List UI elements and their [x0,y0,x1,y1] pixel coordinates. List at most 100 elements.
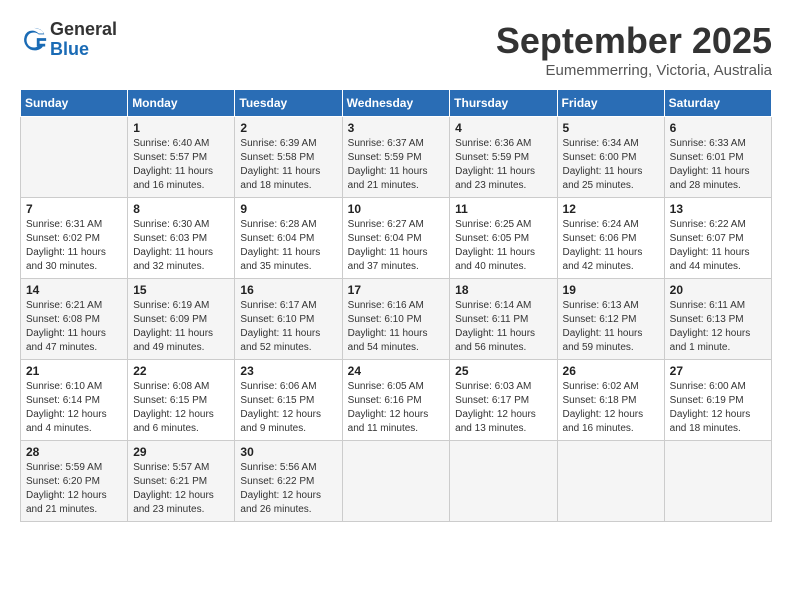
day-cell: 8 Sunrise: 6:30 AMSunset: 6:03 PMDaylight… [128,198,235,279]
page-header: General Blue September 2025 Eumemmerring… [20,20,772,79]
day-info: Sunrise: 6:37 AMSunset: 5:59 PMDaylight:… [348,137,445,193]
day-cell: 28Sunrise: 5:59 AMSunset: 6:20 PMDayligh… [21,441,128,522]
day-number: 25 [455,364,551,378]
weekday-header-thursday: Thursday [450,90,557,117]
day-info: Sunrise: 5:57 AMSunset: 6:21 PMDaylight:… [133,461,229,517]
day-info: Sunrise: 6:36 AMSunset: 5:59 PMDaylight:… [455,137,551,193]
day-cell: 25 Sunrise: 6:03 AMSunset: 6:17 PMDayligh… [450,360,557,441]
logo-blue-text: Blue [50,40,117,60]
day-cell [557,441,664,522]
logo: General Blue [20,20,117,60]
week-row-3: 14 Sunrise: 6:21 AMSunset: 6:08 PMDayligh… [21,279,772,360]
month-title: September 2025 [496,20,772,62]
day-number: 28 [26,445,122,459]
week-row-5: 28Sunrise: 5:59 AMSunset: 6:20 PMDayligh… [21,441,772,522]
weekday-header-friday: Friday [557,90,664,117]
day-info: Sunrise: 6:31 AMSunset: 6:02 PMDaylight:… [26,218,122,274]
day-number: 4 [455,121,551,135]
day-info: Sunrise: 6:10 AMSunset: 6:14 PMDaylight:… [26,380,122,436]
day-info: Sunrise: 6:28 AMSunset: 6:04 PMDaylight:… [240,218,336,274]
week-row-2: 7 Sunrise: 6:31 AMSunset: 6:02 PMDaylight… [21,198,772,279]
day-info: Sunrise: 6:16 AMSunset: 6:10 PMDaylight:… [348,299,445,355]
day-number: 21 [26,364,122,378]
weekday-header-wednesday: Wednesday [342,90,450,117]
day-cell: 1 Sunrise: 6:40 AMSunset: 5:57 PMDaylight… [128,117,235,198]
day-cell: 10 Sunrise: 6:27 AMSunset: 6:04 PMDayligh… [342,198,450,279]
day-cell: 16 Sunrise: 6:17 AMSunset: 6:10 PMDayligh… [235,279,342,360]
day-number: 10 [348,202,445,216]
day-cell: 5 Sunrise: 6:34 AMSunset: 6:00 PMDaylight… [557,117,664,198]
day-number: 20 [670,283,766,297]
day-info: Sunrise: 6:13 AMSunset: 6:12 PMDaylight:… [563,299,659,355]
day-number: 2 [240,121,336,135]
day-cell: 15 Sunrise: 6:19 AMSunset: 6:09 PMDayligh… [128,279,235,360]
day-info: Sunrise: 6:34 AMSunset: 6:00 PMDaylight:… [563,137,659,193]
day-cell: 12 Sunrise: 6:24 AMSunset: 6:06 PMDayligh… [557,198,664,279]
day-cell: 2 Sunrise: 6:39 AMSunset: 5:58 PMDaylight… [235,117,342,198]
day-cell: 19Sunrise: 6:13 AMSunset: 6:12 PMDayligh… [557,279,664,360]
day-number: 15 [133,283,229,297]
day-number: 26 [563,364,659,378]
day-info: Sunrise: 6:05 AMSunset: 6:16 PMDaylight:… [348,380,445,436]
day-cell: 14 Sunrise: 6:21 AMSunset: 6:08 PMDayligh… [21,279,128,360]
day-info: Sunrise: 6:33 AMSunset: 6:01 PMDaylight:… [670,137,766,193]
day-info: Sunrise: 6:03 AMSunset: 6:17 PMDaylight:… [455,380,551,436]
day-cell: 3 Sunrise: 6:37 AMSunset: 5:59 PMDaylight… [342,117,450,198]
day-number: 11 [455,202,551,216]
day-cell [21,117,128,198]
weekday-header-sunday: Sunday [21,90,128,117]
day-cell [450,441,557,522]
day-cell: 4 Sunrise: 6:36 AMSunset: 5:59 PMDaylight… [450,117,557,198]
day-number: 1 [133,121,229,135]
day-cell: 23 Sunrise: 6:06 AMSunset: 6:15 PMDayligh… [235,360,342,441]
day-number: 23 [240,364,336,378]
day-cell: 6 Sunrise: 6:33 AMSunset: 6:01 PMDaylight… [664,117,771,198]
logo-icon [20,26,48,54]
day-number: 7 [26,202,122,216]
day-number: 3 [348,121,445,135]
day-number: 16 [240,283,336,297]
day-cell: 7 Sunrise: 6:31 AMSunset: 6:02 PMDaylight… [21,198,128,279]
day-cell: 20 Sunrise: 6:11 AMSunset: 6:13 PMDayligh… [664,279,771,360]
day-info: Sunrise: 6:11 AMSunset: 6:13 PMDaylight:… [670,299,766,355]
day-info: Sunrise: 6:27 AMSunset: 6:04 PMDaylight:… [348,218,445,274]
week-row-4: 21 Sunrise: 6:10 AMSunset: 6:14 PMDayligh… [21,360,772,441]
day-info: Sunrise: 6:21 AMSunset: 6:08 PMDaylight:… [26,299,122,355]
day-info: Sunrise: 6:25 AMSunset: 6:05 PMDaylight:… [455,218,551,274]
logo-general-text: General [50,20,117,40]
day-cell: 13Sunrise: 6:22 AMSunset: 6:07 PMDayligh… [664,198,771,279]
day-info: Sunrise: 6:30 AMSunset: 6:03 PMDaylight:… [133,218,229,274]
day-cell: 26 Sunrise: 6:02 AMSunset: 6:18 PMDayligh… [557,360,664,441]
day-number: 29 [133,445,229,459]
day-info: Sunrise: 6:00 AMSunset: 6:19 PMDaylight:… [670,380,766,436]
title-block: September 2025 Eumemmerring, Victoria, A… [496,20,772,79]
day-number: 27 [670,364,766,378]
day-cell: 29 Sunrise: 5:57 AMSunset: 6:21 PMDayligh… [128,441,235,522]
day-info: Sunrise: 6:19 AMSunset: 6:09 PMDaylight:… [133,299,229,355]
day-info: Sunrise: 6:39 AMSunset: 5:58 PMDaylight:… [240,137,336,193]
day-number: 30 [240,445,336,459]
day-number: 8 [133,202,229,216]
day-info: Sunrise: 5:56 AMSunset: 6:22 PMDaylight:… [240,461,336,517]
day-info: Sunrise: 6:40 AMSunset: 5:57 PMDaylight:… [133,137,229,193]
day-cell [664,441,771,522]
weekday-header-row: SundayMondayTuesdayWednesdayThursdayFrid… [21,90,772,117]
logo-text: General Blue [50,20,117,60]
day-info: Sunrise: 6:08 AMSunset: 6:15 PMDaylight:… [133,380,229,436]
location-text: Eumemmerring, Victoria, Australia [496,62,772,79]
day-info: Sunrise: 6:14 AMSunset: 6:11 PMDaylight:… [455,299,551,355]
day-cell: 21 Sunrise: 6:10 AMSunset: 6:14 PMDayligh… [21,360,128,441]
day-number: 12 [563,202,659,216]
day-number: 5 [563,121,659,135]
day-number: 6 [670,121,766,135]
day-number: 14 [26,283,122,297]
day-number: 18 [455,283,551,297]
day-info: Sunrise: 6:17 AMSunset: 6:10 PMDaylight:… [240,299,336,355]
day-info: Sunrise: 6:24 AMSunset: 6:06 PMDaylight:… [563,218,659,274]
week-row-1: 1 Sunrise: 6:40 AMSunset: 5:57 PMDaylight… [21,117,772,198]
day-info: Sunrise: 6:06 AMSunset: 6:15 PMDaylight:… [240,380,336,436]
day-number: 13 [670,202,766,216]
day-cell: 22Sunrise: 6:08 AMSunset: 6:15 PMDayligh… [128,360,235,441]
day-info: Sunrise: 6:02 AMSunset: 6:18 PMDaylight:… [563,380,659,436]
day-cell [342,441,450,522]
